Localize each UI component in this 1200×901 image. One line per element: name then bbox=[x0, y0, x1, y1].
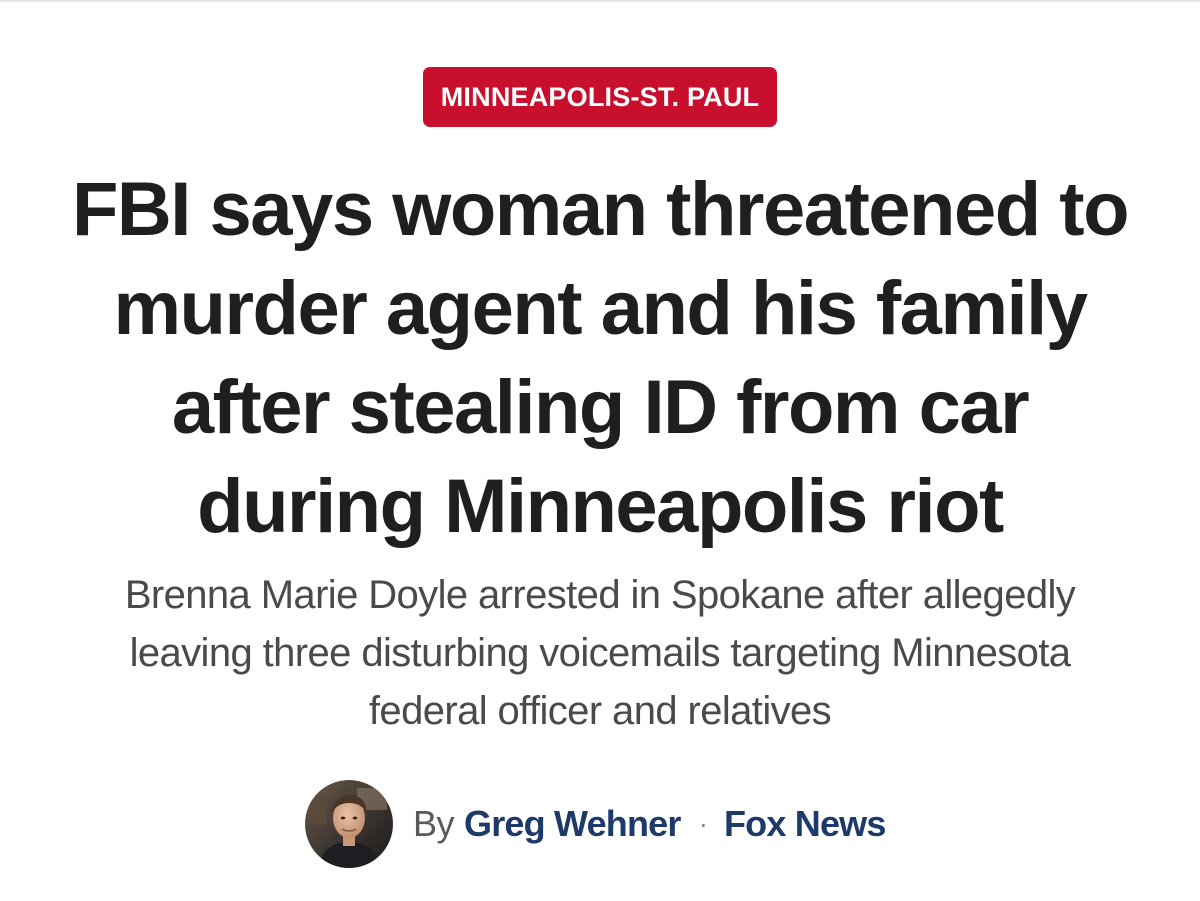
author-photo-icon bbox=[305, 780, 393, 868]
category-wrap: MINNEAPOLIS-ST. PAUL bbox=[0, 67, 1200, 127]
article-subheadline: Brenna Marie Doyle arrested in Spokane a… bbox=[124, 573, 1076, 733]
top-divider bbox=[0, 0, 1200, 2]
author-avatar[interactable] bbox=[305, 780, 393, 868]
source-link[interactable]: Fox News bbox=[724, 803, 886, 845]
byline-prefix: By bbox=[413, 803, 455, 844]
byline: By Greg Wehner · Fox News bbox=[305, 780, 886, 868]
article-headline: FBI says woman threatened to murder agen… bbox=[71, 167, 1130, 549]
byline-separator: · bbox=[698, 808, 708, 839]
author-link[interactable]: Greg Wehner bbox=[464, 803, 681, 845]
category-badge[interactable]: MINNEAPOLIS-ST. PAUL bbox=[422, 67, 778, 127]
